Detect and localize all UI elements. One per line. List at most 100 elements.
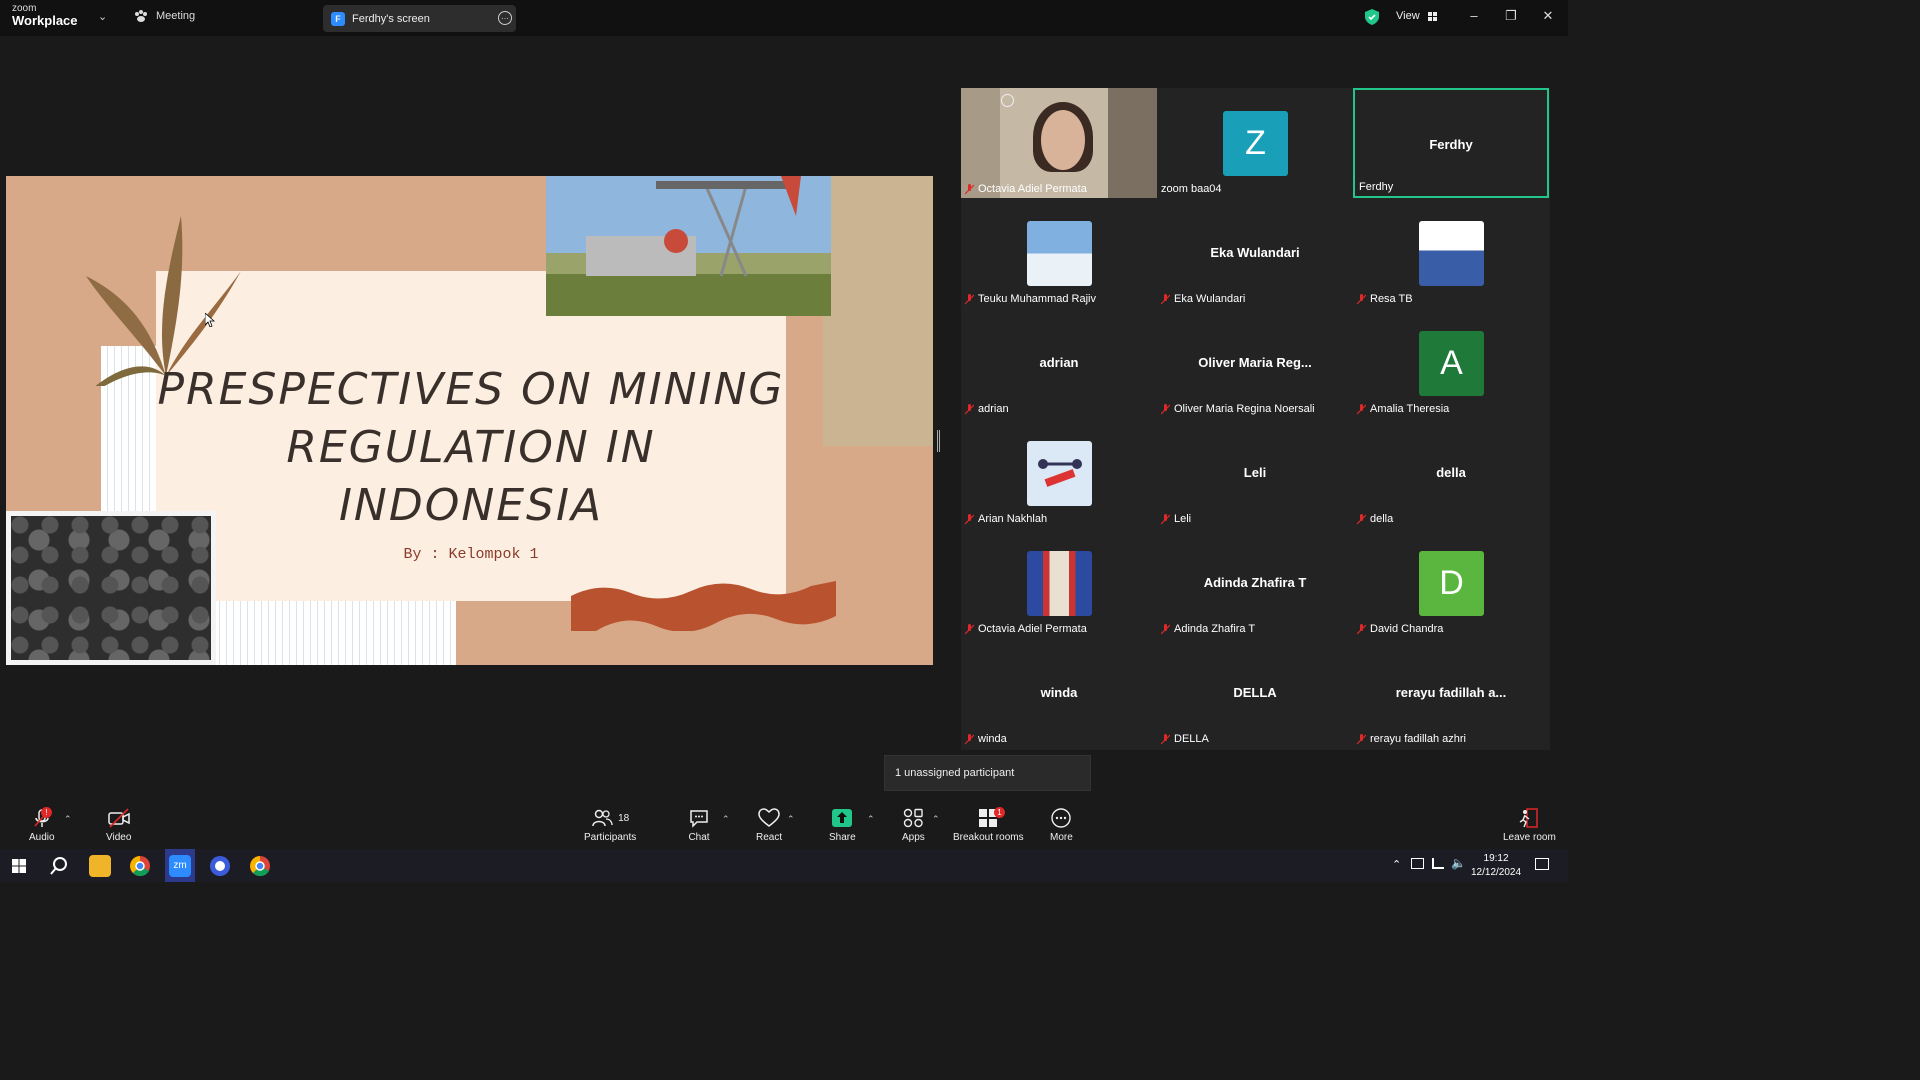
unassigned-participant-notice[interactable]: 1 unassigned participant [884,755,1091,791]
file-explorer-icon[interactable] [89,855,111,877]
participant-display-name: DELLA [1233,685,1277,700]
participant-tile[interactable]: Octavia Adiel Permata [961,528,1157,638]
screen-share-indicator[interactable]: F Ferdhy's screen ⋯ [323,5,516,32]
wave-decoration [571,581,836,631]
share-label: Share [829,832,856,843]
audio-label: Audio [29,832,55,843]
video-label: Video [106,832,132,843]
audio-options-caret[interactable]: ⌃ [64,814,72,825]
tray-app-icon[interactable] [1411,858,1424,869]
avatar-photo [1419,221,1484,286]
participants-button[interactable]: 18 Participants [584,808,636,843]
participant-tile[interactable]: winda winda [961,638,1157,748]
participant-name-label: Eka Wulandari [1161,293,1245,305]
volume-icon[interactable]: 🔈 [1451,856,1466,870]
react-button[interactable]: React [756,808,782,843]
clock-date: 12/12/2024 [1471,867,1522,878]
more-options-icon[interactable]: ⋯ [498,11,512,25]
share-options-caret[interactable]: ⌃ [867,814,875,825]
more-button[interactable]: More [1050,808,1073,843]
tray-chevron-icon[interactable]: ⌃ [1392,858,1401,871]
browser-icon[interactable] [209,855,231,877]
screen-label: Ferdhy's screen [352,12,430,25]
muted-mic-icon [1161,403,1170,414]
paw-icon [135,10,147,22]
system-clock[interactable]: 19:12 12/12/2024 [1471,852,1521,880]
chat-options-caret[interactable]: ⌃ [722,814,730,825]
participant-tile[interactable]: Z zoom baa04 [1157,88,1353,198]
chat-button[interactable]: Chat [688,808,710,843]
muted-mic-icon [1161,623,1170,634]
apps-icon [904,808,924,828]
participant-tile[interactable]: della della [1353,418,1549,528]
chrome-icon[interactable] [129,855,151,877]
participant-tile[interactable]: Leli Leli [1157,418,1353,528]
apps-button[interactable]: Apps [902,808,925,843]
participants-icon-row: 18 [591,808,629,828]
participant-tile[interactable]: D David Chandra [1353,528,1549,638]
windows-start-icon[interactable] [8,855,30,877]
participant-tile[interactable]: Teuku Muhammad Rajiv [961,198,1157,308]
share-button[interactable]: Share [829,808,856,843]
participant-tile[interactable]: DELLA DELLA [1157,638,1353,748]
splitter-handle[interactable] [937,430,940,452]
muted-mic-icon [1357,513,1366,524]
security-shield-icon[interactable] [1365,9,1379,25]
participant-tile[interactable]: Resa TB [1353,198,1549,308]
restore-icon[interactable]: ❐ [1501,8,1521,24]
grid-icon [1427,11,1437,21]
video-button[interactable]: Video [106,808,131,843]
minimize-icon[interactable]: – [1464,8,1484,23]
view-button[interactable]: View [1396,10,1437,22]
notifications-icon[interactable] [1535,858,1549,870]
participant-tile[interactable]: rerayu fadillah a... rerayu fadillah azh… [1353,638,1549,748]
participant-display-name: Leli [1243,465,1267,480]
participant-name-label: Oliver Maria Regina Noersali [1161,403,1315,415]
chevron-down-icon[interactable]: ⌄ [98,10,107,23]
zoom-taskbar-item[interactable]: zm [165,849,195,882]
participant-name-label: adrian [965,403,1009,415]
mouse-cursor-icon [205,313,215,327]
participant-name-label: Ferdhy [1359,181,1394,193]
pump-jack-illustration [586,176,801,277]
zoom-logo[interactable]: zoom Workplace [12,4,78,28]
search-icon[interactable] [48,855,70,877]
leave-room-button[interactable]: Leave room [1503,808,1556,843]
shared-screen-slide: PRESPECTIVES ON MINING REGULATION IN IND… [6,176,933,665]
more-icon [1051,808,1072,828]
video-off-icon [107,808,130,828]
muted-mic-icon [1161,293,1170,304]
screen-badge: F [331,11,345,26]
close-icon[interactable]: ✕ [1538,8,1558,24]
avatar: A [1419,331,1484,396]
breakout-rooms-button[interactable]: Breakout rooms [953,808,1024,843]
pin-icon[interactable] [1001,94,1014,107]
participant-tile[interactable]: Eka Wulandari Eka Wulandari [1157,198,1353,308]
slide-title-line1: PRESPECTIVES ON MINING [157,364,785,415]
participant-tile-active-speaker[interactable]: Ferdhy Ferdhy [1353,88,1549,198]
avatar: Z [1223,111,1288,176]
view-label: View [1396,10,1420,22]
audio-alert-dot: ! [41,807,52,818]
meeting-menu[interactable]: Meeting [134,10,195,22]
participant-tile[interactable]: A Amalia Theresia [1353,308,1549,418]
participant-name-label: Adinda Zhafira T [1161,623,1255,635]
chrome-icon-2[interactable] [249,855,271,877]
participant-name-label: Octavia Adiel Permata [965,183,1087,195]
more-label: More [1050,832,1073,843]
participant-tile[interactable]: Octavia Adiel Permata [961,88,1157,198]
participant-tile[interactable]: adrian adrian [961,308,1157,418]
participants-label: Participants [584,832,637,843]
participant-tile[interactable]: Oliver Maria Reg... Oliver Maria Regina … [1157,308,1353,418]
muted-mic-icon [1357,293,1366,304]
react-options-caret[interactable]: ⌃ [787,814,795,825]
participant-tile[interactable]: Adinda Zhafira T Adinda Zhafira T [1157,528,1353,638]
participants-count: 18 [618,812,630,824]
striped-paper-bottom [206,596,456,665]
zoom-app-icon: zm [169,854,191,877]
participant-name-label: zoom baa04 [1161,183,1222,195]
network-icon[interactable] [1432,858,1444,869]
share-screen-icon [832,809,853,827]
apps-options-caret[interactable]: ⌃ [932,814,940,825]
participant-tile[interactable]: Arian Nakhlah [961,418,1157,528]
